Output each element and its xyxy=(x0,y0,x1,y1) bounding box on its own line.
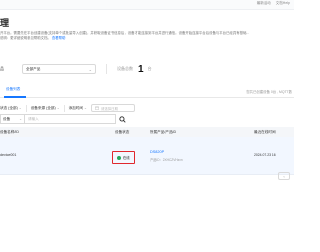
search-icon xyxy=(118,115,126,123)
product-filter-label: 品 xyxy=(0,66,4,71)
header-last-online: 最近在线时间 xyxy=(254,130,276,134)
source-filter[interactable]: 设备来源 (全部) ⌄ xyxy=(31,106,60,111)
search-row: 设备 ⌄ 请输入 xyxy=(0,114,128,124)
calendar-icon xyxy=(95,106,99,110)
tab-active-indicator xyxy=(4,96,26,98)
table-header: 设备名称/ID 设备状态 所属产品/产品ID 最近在线时间 xyxy=(0,127,294,137)
page-description: 开平台。需要先在平台创建设备(支持单个或批量导入创建)，并获取设备证书信息后，设… xyxy=(0,31,294,41)
help-link[interactable]: 查看帮助 xyxy=(52,36,66,40)
chevron-down-icon: ⌄ xyxy=(19,117,22,121)
status-dot-icon xyxy=(117,155,122,160)
status-badge: 在线 xyxy=(112,151,135,164)
top-link-activity[interactable]: 最新活动 xyxy=(257,1,271,6)
product-id: 产品ID：2XHCZVHzxn xyxy=(150,158,183,162)
chevron-down-icon: ⌄ xyxy=(84,106,87,110)
date-placeholder: 请选择日期 xyxy=(100,106,118,111)
chevron-down-icon: ⌄ xyxy=(88,66,92,72)
device-table: 设备名称/ID 设备状态 所属产品/产品ID 最近在线时间 device001 … xyxy=(0,127,294,175)
header-device-name: 设备名称/ID xyxy=(0,130,19,134)
search-type-select[interactable]: 设备 ⌄ xyxy=(0,114,24,124)
page-title: 理 xyxy=(0,18,10,28)
product-filter-row: 品 全部产品 ⌄ 设备总数 1 台 xyxy=(0,63,152,75)
header-product: 所属产品/产品ID xyxy=(150,130,177,134)
divider xyxy=(106,64,107,74)
header-device-status: 设备状态 xyxy=(115,130,130,134)
search-button[interactable] xyxy=(116,114,128,124)
pagination-prev[interactable]: ‹ xyxy=(278,172,290,180)
tab-device-list[interactable]: 设备列表 xyxy=(4,87,22,92)
status-filter[interactable]: 状态 (全部) ⌄ xyxy=(0,106,22,111)
table-row[interactable]: device001 在线 DS820P 产品ID：2XHCZVHzxn 2024… xyxy=(0,137,294,175)
chevron-left-icon: ‹ xyxy=(283,173,285,179)
search-input[interactable]: 请输入 xyxy=(24,114,116,124)
product-name[interactable]: DS820P xyxy=(150,150,164,154)
chevron-down-icon: ⌄ xyxy=(56,106,60,110)
description-line-2: 说明：更详细说明参见帮助文档。 查看帮助 xyxy=(0,36,66,40)
product-select-value: 全部产品 xyxy=(26,66,41,71)
top-link-docs[interactable]: 文档Help xyxy=(276,1,290,6)
divider xyxy=(25,104,27,112)
device-quota-info: 您共已创建设备 0台 , MQTT数 xyxy=(246,90,292,94)
status-text: 在线 xyxy=(122,156,130,160)
date-picker[interactable]: 请选择日期 xyxy=(90,104,135,112)
top-bar: 最新活动 文档Help xyxy=(0,0,294,10)
tab-bar: 设备列表 您共已创建设备 0台 , MQTT数 xyxy=(0,84,294,98)
device-name[interactable]: device001 xyxy=(0,153,16,157)
last-online-time: 2024.07.23 16 xyxy=(254,153,276,157)
search-placeholder: 请输入 xyxy=(28,116,39,121)
product-select[interactable]: 全部产品 ⌄ xyxy=(22,64,96,74)
device-total-unit: 台 xyxy=(147,66,152,71)
divider xyxy=(63,104,65,112)
time-filter[interactable]: 添加时间 ⌄ xyxy=(69,106,87,111)
chevron-down-icon: ⌄ xyxy=(18,106,22,110)
top-links: 最新活动 文档Help xyxy=(257,1,290,6)
device-total-label: 设备总数 xyxy=(117,66,133,71)
filter-bar: 状态 (全部) ⌄ 设备来源 (全部) ⌄ 添加时间 ⌄ 请选择日期 xyxy=(0,104,135,112)
device-total-value: 1 xyxy=(138,63,144,75)
